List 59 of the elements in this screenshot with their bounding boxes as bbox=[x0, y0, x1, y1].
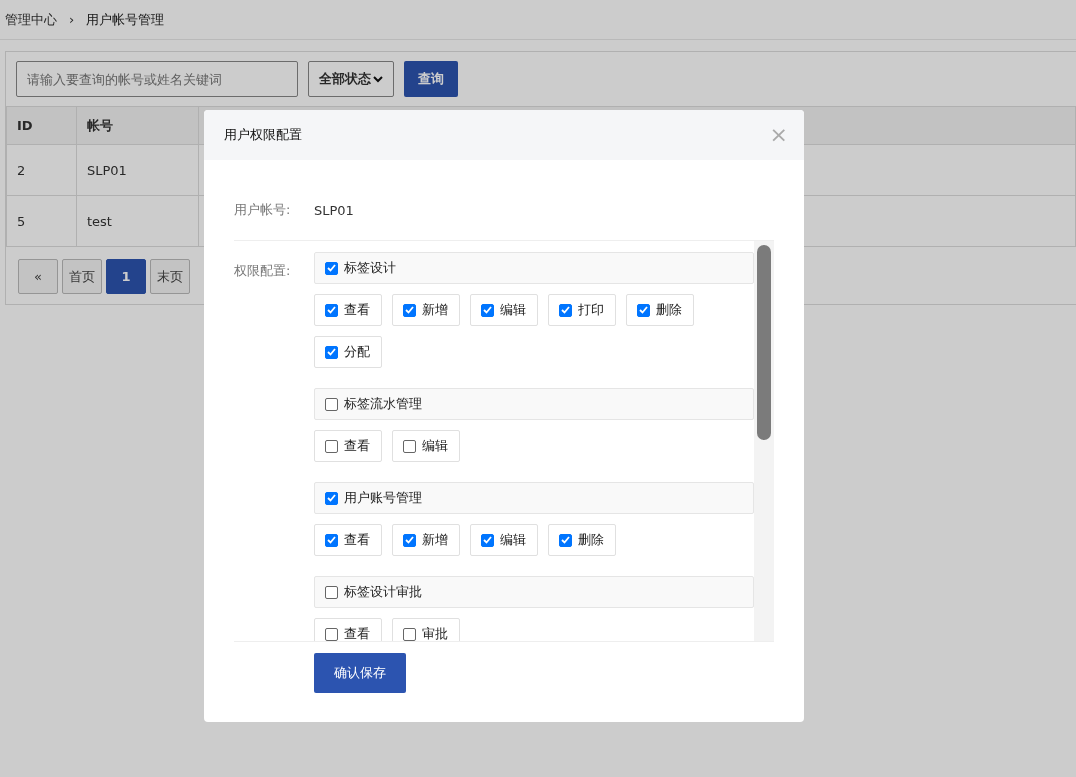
permission-group[interactable]: 标签流水管理 bbox=[314, 388, 754, 420]
permission-option[interactable]: 分配 bbox=[314, 336, 382, 368]
table-cell: 2 bbox=[6, 144, 77, 196]
column-header: ID bbox=[6, 106, 77, 145]
checkbox[interactable] bbox=[325, 261, 338, 275]
checkbox[interactable] bbox=[481, 533, 494, 547]
table-cell: test bbox=[76, 195, 199, 247]
permission-option[interactable]: 打印 bbox=[548, 294, 616, 326]
permission-option[interactable]: 新增 bbox=[392, 524, 460, 556]
checkbox[interactable] bbox=[325, 303, 338, 317]
checkbox[interactable] bbox=[403, 533, 416, 547]
permission-option[interactable]: 删除 bbox=[548, 524, 616, 556]
checkbox[interactable] bbox=[325, 585, 338, 599]
modal-title: 用户权限配置 bbox=[224, 126, 302, 144]
permission-group[interactable]: 标签设计审批 bbox=[314, 576, 754, 608]
checkbox[interactable] bbox=[403, 303, 416, 317]
table-cell: SLP01 bbox=[76, 144, 199, 196]
permission-option[interactable]: 编辑 bbox=[470, 294, 538, 326]
account-value: SLP01 bbox=[314, 202, 354, 218]
scrollbar[interactable] bbox=[754, 241, 774, 641]
page-button[interactable]: 首页 bbox=[62, 259, 102, 294]
search-field[interactable]: 请输入要查询的帐号或姓名关键词 bbox=[16, 61, 298, 97]
permission-option[interactable]: 编辑 bbox=[470, 524, 538, 556]
field-label: 权限配置: bbox=[234, 262, 292, 280]
permission-group[interactable]: 用户账号管理 bbox=[314, 482, 754, 514]
breadcrumb-separator: › bbox=[69, 12, 75, 27]
column-header: 帐号 bbox=[76, 106, 199, 145]
permission-option[interactable]: 编辑 bbox=[392, 430, 460, 462]
save-button[interactable]: 确认保存 bbox=[314, 653, 406, 693]
permission-option[interactable]: 查看 bbox=[314, 430, 382, 462]
status-dropdown[interactable]: 全部状态 bbox=[308, 61, 394, 97]
field-label: 用户帐号: bbox=[234, 201, 292, 219]
checkbox[interactable] bbox=[325, 397, 338, 411]
checkbox[interactable] bbox=[325, 345, 338, 359]
query-button[interactable]: 查询 bbox=[404, 61, 458, 97]
breadcrumb-link[interactable]: 管理中心 bbox=[5, 10, 57, 29]
checkbox[interactable] bbox=[325, 439, 338, 453]
breadcrumb-current: 用户帐号管理 bbox=[86, 10, 165, 29]
chevron-down-icon bbox=[373, 75, 383, 83]
checkbox[interactable] bbox=[325, 491, 338, 505]
permission-option[interactable]: 审批 bbox=[392, 618, 460, 641]
checkbox[interactable] bbox=[325, 627, 338, 641]
permission-option[interactable]: 查看 bbox=[314, 294, 382, 326]
table-cell: 5 bbox=[6, 195, 77, 247]
checkbox[interactable] bbox=[481, 303, 494, 317]
checkbox[interactable] bbox=[403, 627, 416, 641]
permission-option[interactable]: 查看 bbox=[314, 524, 382, 556]
permission-option[interactable]: 查看 bbox=[314, 618, 382, 641]
checkbox[interactable] bbox=[559, 533, 572, 547]
page-button[interactable]: « bbox=[18, 259, 58, 294]
page-button[interactable]: 1 bbox=[106, 259, 146, 294]
permission-option[interactable]: 新增 bbox=[392, 294, 460, 326]
checkbox[interactable] bbox=[559, 303, 572, 317]
permission-group[interactable]: 标签设计 bbox=[314, 252, 754, 284]
page-button[interactable]: 末页 bbox=[150, 259, 190, 294]
permission-option[interactable]: 删除 bbox=[626, 294, 694, 326]
checkbox[interactable] bbox=[325, 533, 338, 547]
checkbox[interactable] bbox=[637, 303, 650, 317]
checkbox[interactable] bbox=[403, 439, 416, 453]
